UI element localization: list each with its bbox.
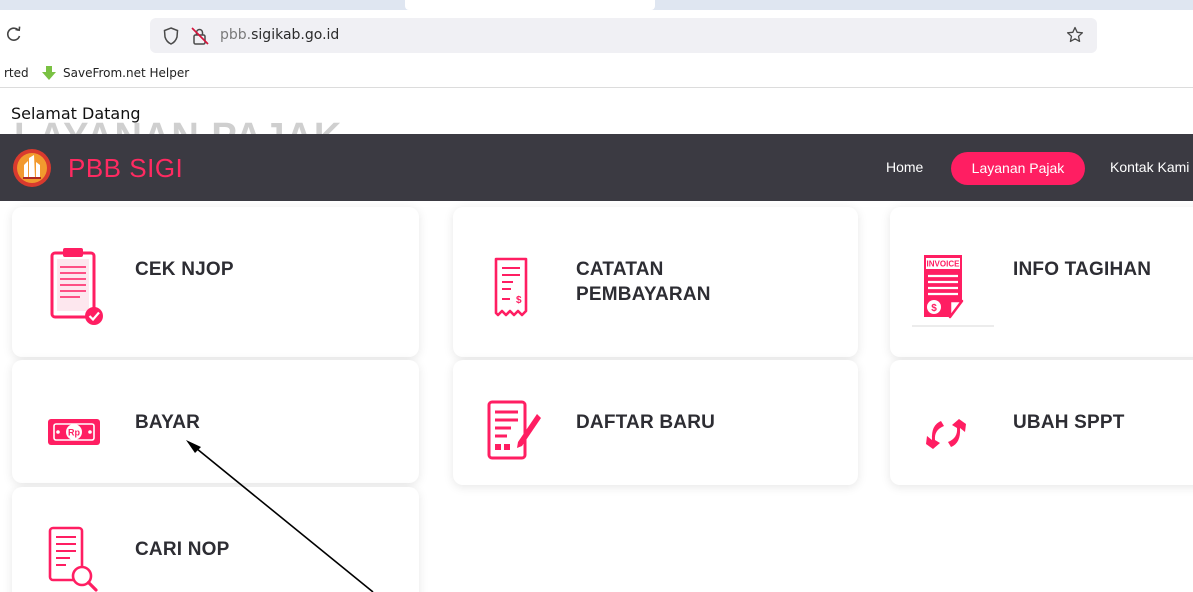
bookmark-savefrom[interactable]: SaveFrom.net Helper: [41, 65, 189, 81]
clipboard-check-icon: [50, 248, 103, 325]
nav-contact-link[interactable]: Kontak Kami: [1110, 159, 1189, 175]
svg-text:$: $: [516, 295, 522, 306]
bookmark-star-icon[interactable]: [1065, 25, 1085, 45]
card-title: CARI NOP: [135, 539, 230, 560]
nav-active-label: Layanan Pajak: [971, 160, 1065, 176]
money-icon: Rp: [48, 419, 100, 445]
url-rest: sigikab.go.id: [251, 27, 340, 43]
card-cari-nop[interactable]: CARI NOP: [12, 487, 419, 592]
card-title: UBAH SPPT: [1013, 412, 1125, 433]
money-label: Rp: [68, 428, 80, 438]
insecure-lock-icon[interactable]: [190, 26, 210, 46]
url-domain: pbb.: [220, 27, 252, 43]
download-arrow-icon: [42, 66, 56, 80]
url-text[interactable]: pbb.sigikab.go.id: [220, 27, 339, 43]
document-edit-icon: [487, 400, 541, 460]
invoice-icon: INVOICE $: [912, 255, 994, 327]
card-title: BAYAR: [135, 412, 201, 433]
card-title-line1: CATATAN: [576, 259, 664, 280]
bookmark-item[interactable]: rted: [4, 66, 29, 80]
invoice-label: INVOICE: [927, 260, 961, 269]
welcome-text: Selamat Datang: [11, 104, 141, 123]
card-daftar-baru[interactable]: DAFTAR BARU: [453, 360, 858, 485]
shield-icon[interactable]: [162, 26, 180, 46]
document-search-icon: [48, 526, 98, 592]
card-cek-njop[interactable]: CEK NJOP: [12, 207, 419, 357]
nav-layanan-pajak-link[interactable]: Layanan Pajak: [951, 152, 1085, 185]
bookmarks-bar: rted SaveFrom.net Helper: [0, 60, 1193, 88]
card-title: CATATAN PEMBAYARAN: [576, 257, 711, 307]
pbb-logo-icon[interactable]: [12, 148, 52, 188]
card-info-tagihan[interactable]: INVOICE $ INFO TAGIHAN: [890, 207, 1193, 357]
svg-text:$: $: [931, 303, 937, 314]
address-bar[interactable]: pbb.sigikab.go.id: [150, 18, 1097, 53]
bookmark-label: SaveFrom.net Helper: [63, 66, 190, 80]
nav-home-link[interactable]: Home: [886, 159, 923, 175]
card-title: INFO TAGIHAN: [1013, 259, 1152, 280]
active-tab[interactable]: [405, 0, 655, 10]
refresh-arrows-icon: [926, 419, 966, 449]
card-catatan-pembayaran[interactable]: $ CATATAN PEMBAYARAN: [453, 207, 858, 357]
browser-toolbar: pbb.sigikab.go.id: [0, 0, 1193, 60]
screen: pbb.sigikab.go.id rted SaveFrom.net Help…: [0, 0, 1193, 592]
welcome-bar: LAYANAN PAJAK Selamat Datang: [0, 88, 1193, 134]
tab-strip: [0, 0, 1193, 10]
site-navbar: PBB SIGI Home Layanan Pajak Kontak Kami: [0, 134, 1193, 201]
card-bayar[interactable]: Rp BAYAR: [12, 360, 419, 483]
reload-icon[interactable]: [4, 24, 24, 44]
card-title-line2: PEMBAYARAN: [576, 284, 711, 305]
card-ubah-sppt[interactable]: UBAH SPPT: [890, 360, 1193, 485]
card-title: CEK NJOP: [135, 259, 234, 280]
receipt-icon: $: [494, 257, 528, 317]
card-title: DAFTAR BARU: [576, 412, 716, 433]
brand-name[interactable]: PBB SIGI: [68, 153, 183, 184]
